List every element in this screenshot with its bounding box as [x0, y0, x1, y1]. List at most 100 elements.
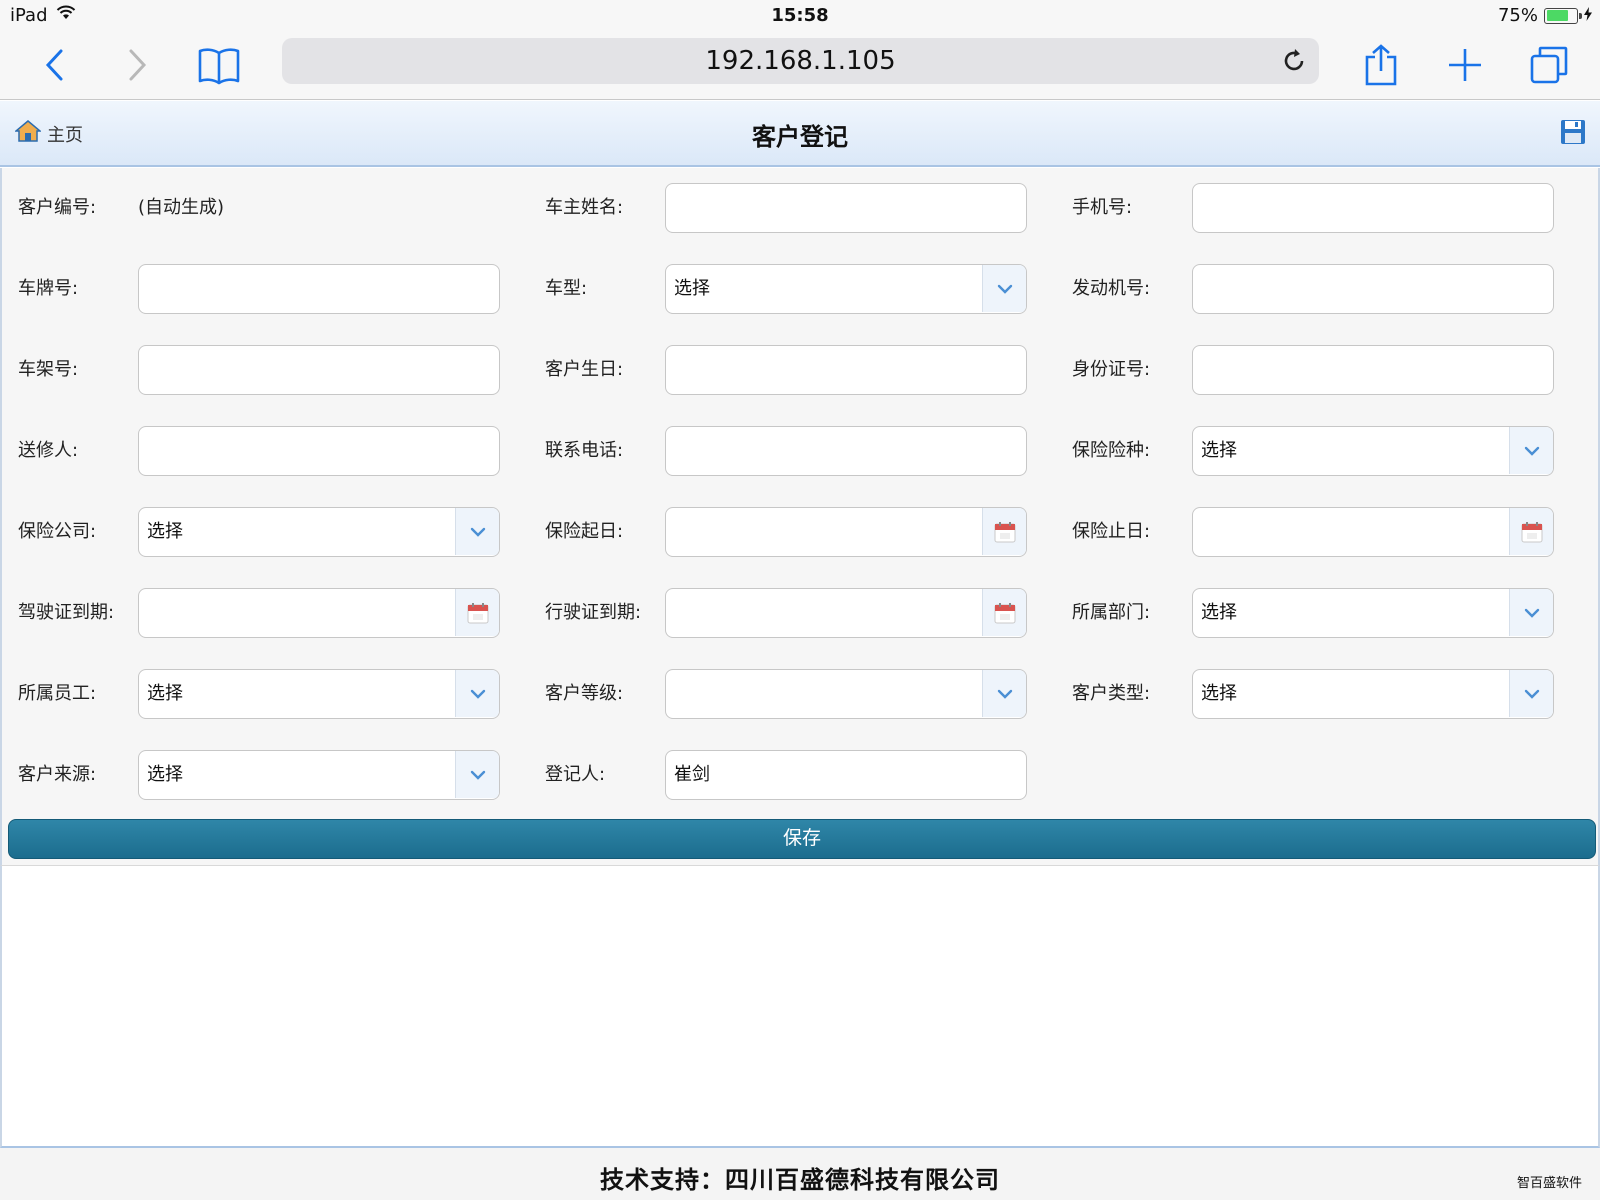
new-tab-button[interactable] — [1440, 40, 1490, 90]
field-label: 送修人: — [18, 440, 79, 461]
select-field[interactable] — [665, 669, 1027, 719]
field-label: 车主姓名: — [545, 197, 624, 218]
field-label: 客户生日: — [545, 359, 624, 380]
chevron-down-icon[interactable] — [1509, 427, 1553, 474]
header-save-button[interactable] — [1560, 119, 1588, 147]
date-field[interactable] — [138, 588, 500, 638]
tabs-button[interactable] — [1524, 40, 1574, 90]
field-label: 联系电话: — [545, 440, 624, 461]
battery-percent: 75% — [1497, 5, 1538, 26]
footer-support-text: 技术支持：四川百盛德科技有限公司 — [600, 1166, 1000, 1194]
text-field[interactable] — [138, 345, 500, 395]
field-value: 选择 — [147, 764, 183, 785]
chevron-down-icon[interactable] — [1509, 589, 1553, 636]
select-field[interactable]: 选择 — [1192, 588, 1554, 638]
field-label: 所属部门: — [1072, 602, 1151, 623]
field-value: 选择 — [1201, 683, 1237, 704]
form-row: 车架号: 客户生日: 身份证号: — [2, 345, 1600, 395]
text-field[interactable] — [665, 345, 1027, 395]
share-icon — [1365, 44, 1397, 86]
reload-icon[interactable] — [1279, 46, 1309, 76]
field-label: 驾驶证到期: — [18, 602, 115, 623]
select-field[interactable]: 选择 — [1192, 426, 1554, 476]
select-field[interactable]: 选择 — [665, 264, 1027, 314]
app-header: 主页 客户登记 — [0, 101, 1600, 167]
battery-fill — [1546, 10, 1569, 21]
field-label: 保险险种: — [1072, 440, 1151, 461]
text-field[interactable] — [138, 426, 500, 476]
plus-icon — [1449, 49, 1481, 81]
charging-bolt-icon — [1584, 5, 1592, 26]
calendar-icon[interactable] — [1509, 508, 1553, 555]
save-button[interactable]: 保存 — [8, 819, 1596, 859]
bookmarks-button[interactable] — [194, 40, 244, 90]
page-title: 客户登记 — [752, 123, 848, 151]
text-field[interactable] — [1192, 183, 1554, 233]
url-text: 192.168.1.105 — [705, 46, 896, 76]
browser-toolbar: 192.168.1.105 — [0, 32, 1600, 100]
floppy-disk-icon — [1561, 120, 1585, 144]
field-label: 保险止日: — [1072, 521, 1151, 542]
text-field[interactable] — [1192, 264, 1554, 314]
field-label: 所属员工: — [18, 683, 97, 704]
back-button[interactable] — [30, 40, 80, 90]
field-value: 崔剑 — [674, 764, 710, 785]
share-button[interactable] — [1356, 40, 1406, 90]
select-field[interactable]: 选择 — [138, 669, 500, 719]
chevron-right-icon — [129, 49, 147, 81]
field-label: 保险公司: — [18, 521, 97, 542]
select-field[interactable]: 选择 — [138, 750, 500, 800]
address-bar[interactable]: 192.168.1.105 — [282, 38, 1319, 84]
battery-icon — [1544, 7, 1582, 24]
field-label: 客户类型: — [1072, 683, 1151, 704]
select-field[interactable]: 选择 — [138, 507, 500, 557]
chevron-down-icon[interactable] — [982, 670, 1026, 717]
chevron-down-icon[interactable] — [455, 751, 499, 798]
field-value: 选择 — [147, 521, 183, 542]
calendar-icon[interactable] — [982, 508, 1026, 555]
status-right: 75% — [1498, 5, 1592, 26]
field-value: 选择 — [147, 683, 183, 704]
field-label: 车型: — [545, 278, 588, 299]
field-label: 登记人: — [545, 764, 606, 785]
book-icon — [198, 48, 240, 85]
field-label: 发动机号: — [1072, 278, 1151, 299]
field-label: 行驶证到期: — [545, 602, 642, 623]
chevron-down-icon[interactable] — [982, 265, 1026, 312]
field-value: 选择 — [1201, 440, 1237, 461]
field-label: 身份证号: — [1072, 359, 1151, 380]
chevron-down-icon[interactable] — [455, 670, 499, 717]
form-row: 送修人: 联系电话: 保险险种: 选择 — [2, 426, 1600, 476]
forward-button[interactable] — [112, 40, 162, 90]
text-field[interactable] — [665, 183, 1027, 233]
calendar-icon[interactable] — [455, 589, 499, 636]
text-field[interactable] — [138, 264, 500, 314]
chevron-down-icon[interactable] — [455, 508, 499, 555]
date-field[interactable] — [1192, 507, 1554, 557]
date-field[interactable] — [665, 588, 1027, 638]
field-label: 手机号: — [1072, 197, 1133, 218]
text-field[interactable] — [1192, 345, 1554, 395]
content-blank-area — [0, 865, 1600, 1148]
text-field[interactable]: 崔剑 — [665, 750, 1027, 800]
form-row: 车牌号: 车型: 选择 发动机号: — [2, 264, 1600, 314]
text-field[interactable] — [665, 426, 1027, 476]
form-row: 客户编号: (自动生成) 车主姓名: 手机号: — [2, 183, 1600, 233]
field-label: 车牌号: — [18, 278, 79, 299]
form-row: 驾驶证到期: 行驶证到期: 所属部门: 选择 — [2, 588, 1600, 638]
select-field[interactable]: 选择 — [1192, 669, 1554, 719]
customer-id-value: (自动生成) — [138, 197, 225, 218]
field-label: 车架号: — [18, 359, 79, 380]
chevron-down-icon[interactable] — [1509, 670, 1553, 717]
customer-form: 客户编号: (自动生成) 车主姓名: 手机号: 车牌号: 车型: 选择 发动机号: 车架号: 客户… — [0, 168, 1600, 865]
status-time: 15:58 — [771, 5, 829, 26]
date-field[interactable] — [665, 507, 1027, 557]
form-row: 客户来源: 选择 登记人: 崔剑 — [2, 750, 1600, 800]
field-label: 客户等级: — [545, 683, 624, 704]
footer: 技术支持：四川百盛德科技有限公司 智百盛软件 — [0, 1148, 1600, 1200]
field-label: 客户编号: — [18, 197, 97, 218]
field-value: 选择 — [674, 278, 710, 299]
calendar-icon[interactable] — [982, 589, 1026, 636]
field-label: 客户来源: — [18, 764, 97, 785]
tabs-icon — [1530, 46, 1568, 84]
